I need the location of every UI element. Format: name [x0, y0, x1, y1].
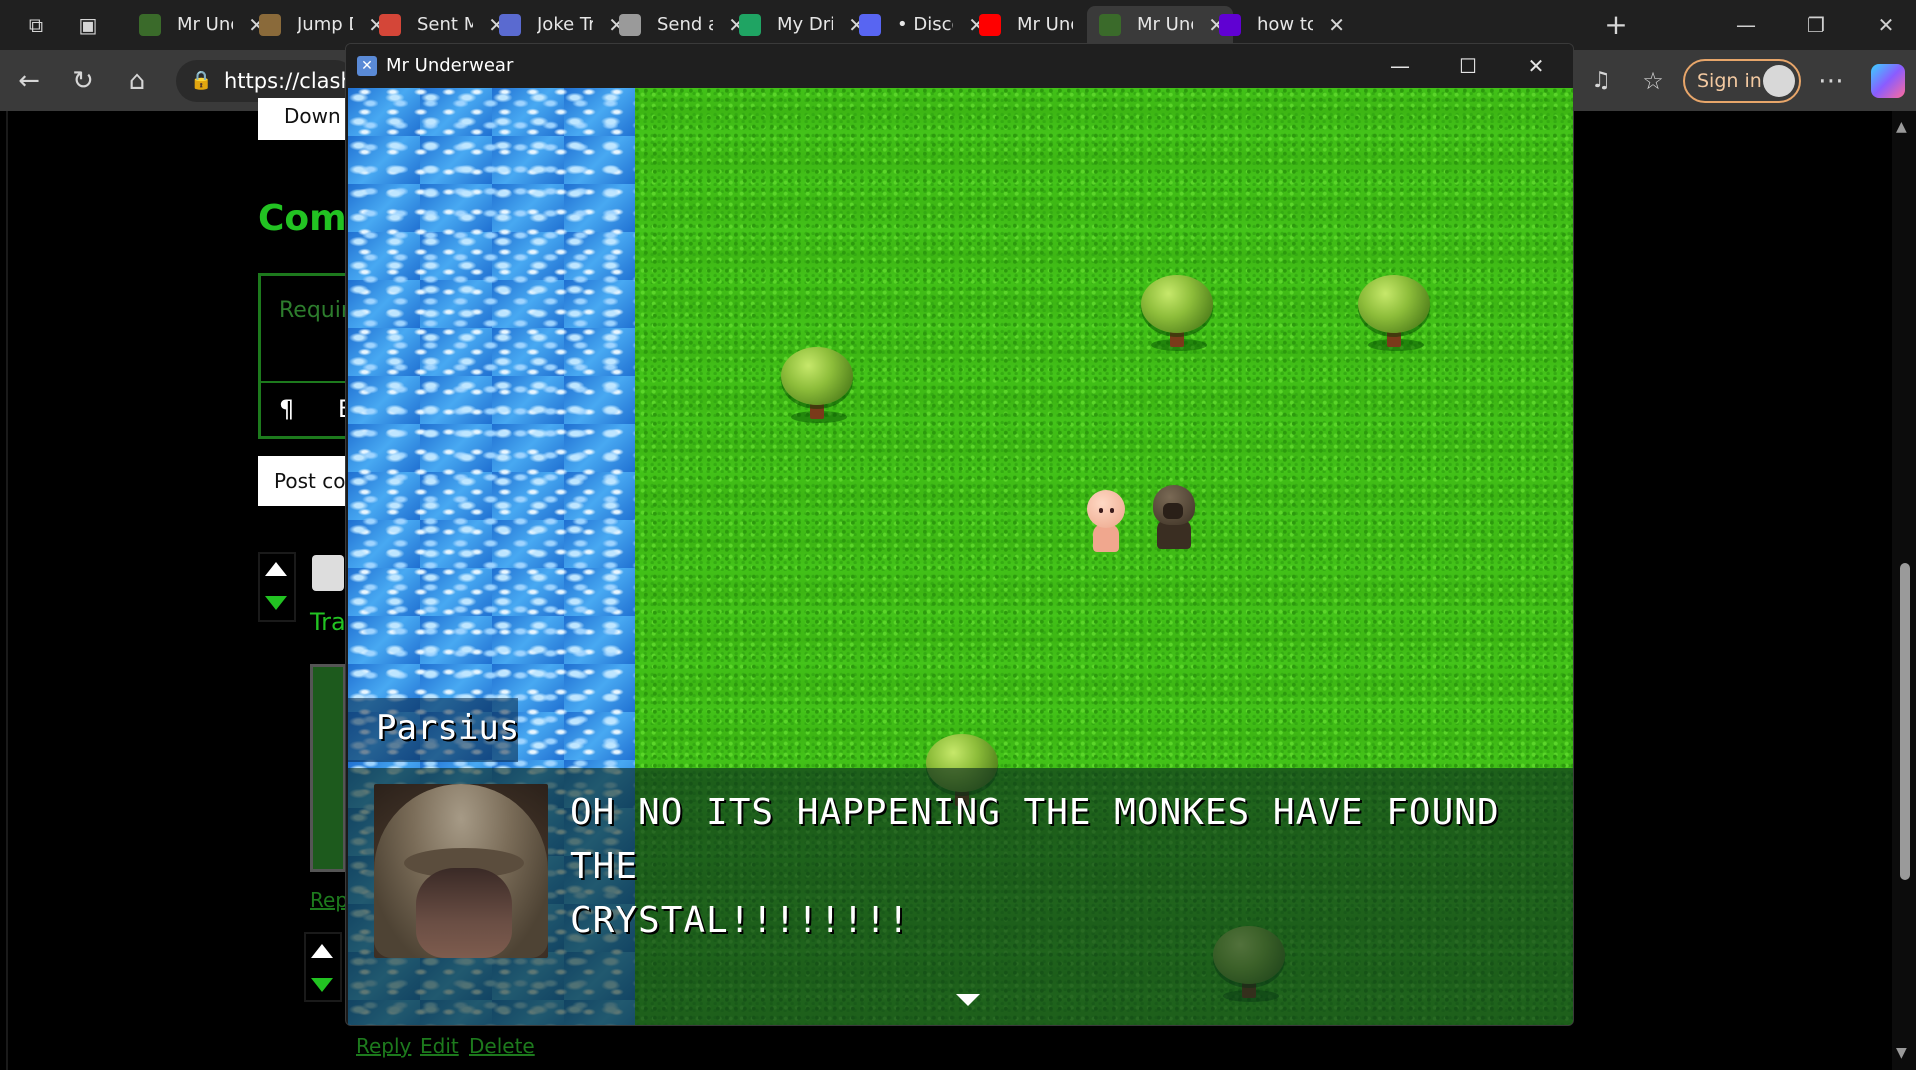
tab-title: Mr Und — [1017, 14, 1073, 35]
reply-link-partial[interactable]: Rep — [310, 888, 348, 912]
tab-title: how to — [1257, 14, 1313, 35]
restore-icon[interactable]: ❐ — [1788, 4, 1844, 46]
browser-tab[interactable]: how to ✕ — [1207, 6, 1353, 44]
sign-in-button[interactable]: Sign in — [1683, 59, 1801, 103]
hooded-npc — [1151, 485, 1195, 551]
dialogue-text: OH NO ITS HAPPENING THE MONKES HAVE FOUN… — [570, 786, 1550, 948]
game-window-titlebar[interactable]: ✕ Mr Underwear — ☐ ✕ — [346, 44, 1573, 88]
scroll-down-icon[interactable]: ▼ — [1896, 1045, 1907, 1061]
comment-placeholder: Requir — [279, 298, 350, 323]
comment-image — [310, 664, 346, 872]
tab-title: Mr Und — [1137, 14, 1193, 35]
refresh-icon[interactable]: ↻ — [66, 64, 100, 98]
more-options-icon[interactable]: ⋯ — [1814, 64, 1848, 98]
comment-text: Tra — [310, 608, 346, 636]
new-tab-icon[interactable]: + — [1600, 9, 1632, 41]
commenter-avatar — [312, 555, 344, 591]
paragraph-format-button[interactable]: ¶ — [279, 395, 294, 423]
tab-title: Sent M — [417, 14, 473, 35]
speaker-name: Parsius — [376, 708, 520, 748]
sign-in-label: Sign in — [1697, 70, 1762, 92]
game-window-title: Mr Underwear — [386, 55, 514, 76]
game-viewport[interactable]: Parsius OH NO ITS HAPPENING THE MONKES H… — [348, 88, 1573, 1025]
avatar-icon — [1763, 65, 1795, 97]
tab-title: • Disco — [897, 14, 953, 35]
tree — [781, 347, 853, 423]
downvote-icon[interactable] — [265, 596, 287, 610]
close-window-icon[interactable]: ✕ — [1858, 4, 1914, 46]
address-bar[interactable]: 🔒 https://clashr — [176, 60, 356, 102]
home-icon[interactable]: ⌂ — [120, 64, 154, 98]
edit-link[interactable]: Edit — [420, 1034, 459, 1058]
lock-icon: 🔒 — [190, 70, 213, 91]
tab-favicon-icon — [619, 14, 641, 36]
dialogue-line-2: CRYSTAL!!!!!!!! — [570, 900, 911, 941]
upvote-icon[interactable] — [265, 562, 287, 576]
speaker-portrait — [374, 784, 548, 958]
back-icon[interactable]: ← — [12, 64, 46, 98]
minimize-icon[interactable]: — — [1718, 4, 1774, 46]
address-text: https://clashr — [224, 69, 356, 93]
reply-link[interactable]: Reply — [356, 1034, 411, 1058]
dialogue-box[interactable]: OH NO ITS HAPPENING THE MONKES HAVE FOUN… — [348, 768, 1573, 1025]
delete-link[interactable]: Delete — [469, 1034, 535, 1058]
upvote-icon-2[interactable] — [311, 944, 333, 958]
tab-favicon-icon — [379, 14, 401, 36]
tab-favicon-icon — [859, 14, 881, 36]
tab-favicon-icon — [259, 14, 281, 36]
tab-close-icon[interactable]: ✕ — [1328, 6, 1345, 44]
tab-title: Joke Tr — [537, 14, 593, 35]
tab-actions-icon[interactable]: ▣ — [72, 9, 104, 41]
game-maximize-icon[interactable]: ☐ — [1434, 44, 1502, 88]
scroll-up-icon[interactable]: ▲ — [1896, 119, 1907, 135]
tab-favicon-icon — [499, 14, 521, 36]
speaker-name-box: Parsius — [348, 698, 520, 762]
tab-favicon-icon — [139, 14, 161, 36]
continue-arrow-icon[interactable] — [956, 994, 980, 1006]
tab-title: My Dri — [777, 14, 833, 35]
read-aloud-icon[interactable]: ♫ — [1584, 64, 1618, 98]
rpg-maker-icon: ✕ — [357, 56, 377, 76]
format-toolbar: ¶ B — [261, 381, 355, 439]
download-label: Down — [284, 104, 341, 128]
copilot-icon[interactable] — [1871, 64, 1905, 98]
game-minimize-icon[interactable]: — — [1366, 44, 1434, 88]
tab-title: Send a — [657, 14, 713, 35]
player-character — [1083, 490, 1127, 556]
tree — [1358, 275, 1430, 351]
favorites-icon[interactable]: ☆ — [1636, 64, 1670, 98]
tab-favicon-icon — [1099, 14, 1121, 36]
workspaces-icon[interactable]: ⧉ — [20, 9, 52, 41]
tab-title: Jump D — [297, 14, 353, 35]
scroll-thumb[interactable] — [1900, 563, 1910, 880]
comment-input[interactable]: Requir ¶ B — [258, 273, 358, 439]
tab-title: Mr Und — [177, 14, 233, 35]
post-comment-label: Post co — [274, 469, 346, 493]
downvote-icon-2[interactable] — [311, 978, 333, 992]
tab-favicon-icon — [1219, 14, 1241, 36]
dialogue-line-1: OH NO ITS HAPPENING THE MONKES HAVE FOUN… — [570, 792, 1500, 887]
tab-favicon-icon — [979, 14, 1001, 36]
page-scrollbar[interactable]: ▲ ▼ — [1892, 111, 1916, 1070]
game-close-icon[interactable]: ✕ — [1502, 44, 1570, 88]
tree — [1141, 275, 1213, 351]
tab-favicon-icon — [739, 14, 761, 36]
game-window[interactable]: ✕ Mr Underwear — ☐ ✕ Parsius OH NO ITS H… — [345, 43, 1574, 1026]
